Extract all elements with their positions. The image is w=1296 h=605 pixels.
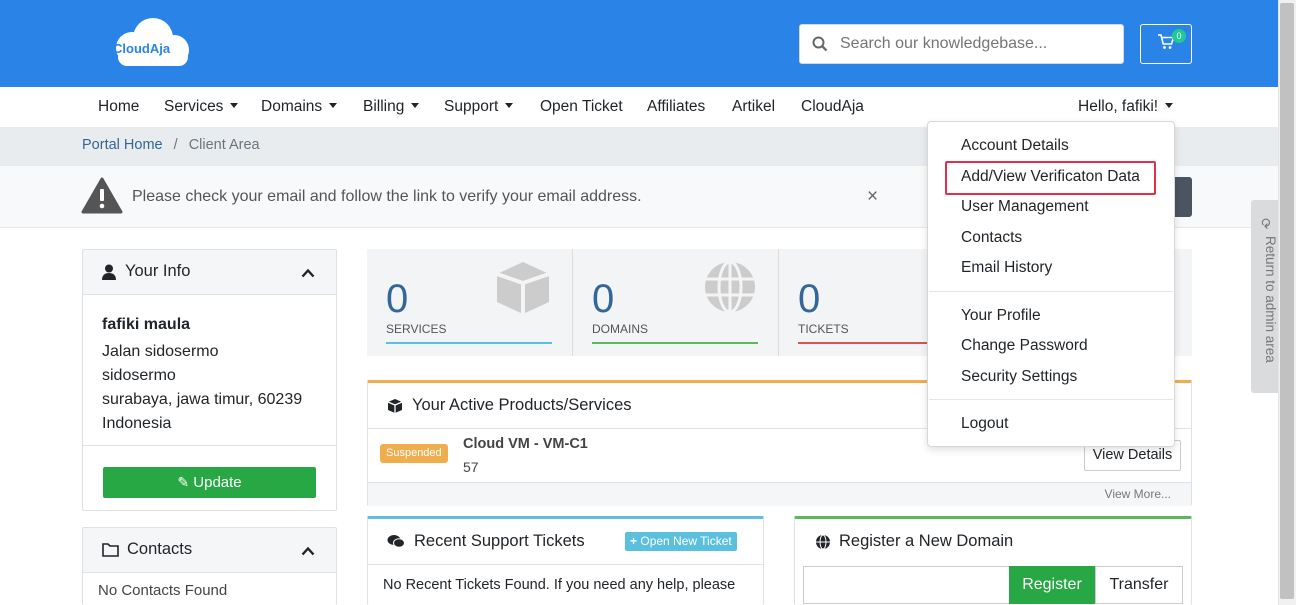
breadcrumb-current: Client Area	[188, 137, 260, 153]
nav-domains[interactable]: Domains	[261, 87, 338, 127]
chevron-down-icon	[505, 103, 514, 109]
cart-count-badge: 0	[1172, 29, 1186, 43]
status-badge: Suspended	[380, 444, 448, 463]
domain-input[interactable]	[803, 566, 1009, 604]
globe-icon	[815, 534, 831, 554]
search-box[interactable]	[799, 24, 1124, 64]
panel-title: Register a New Domain	[839, 532, 1014, 550]
folder-icon	[102, 542, 119, 561]
pencil-icon: ✎	[177, 474, 190, 490]
your-info-panel: Your Info fafiki maula Jalan sidosermo s…	[82, 249, 337, 511]
panel-title: Recent Support Tickets	[414, 532, 585, 550]
breadcrumb-separator: /	[173, 137, 178, 153]
menu-item-user-management[interactable]: User Management	[961, 198, 1089, 216]
breadcrumb-home-link[interactable]: Portal Home	[82, 137, 163, 153]
tile-domains[interactable]: 0 DOMAINS	[573, 249, 779, 356]
menu-item-security-settings[interactable]: Security Settings	[961, 368, 1077, 386]
open-new-ticket-button[interactable]: + Open New Ticket	[625, 532, 737, 551]
logo-text: CloudAja	[113, 41, 171, 56]
globe-icon	[702, 259, 758, 319]
comments-icon	[387, 534, 405, 553]
register-domain-panel: Register a New Domain Register Transfer	[794, 516, 1192, 605]
domain-header: Register a New Domain	[795, 519, 1191, 565]
cube-icon	[387, 398, 403, 418]
tile-services[interactable]: 0 SERVICES	[367, 249, 573, 356]
breadcrumb: Portal Home / Client Area	[82, 137, 260, 153]
chevron-down-icon	[411, 103, 420, 109]
your-info-header[interactable]: Your Info	[83, 250, 336, 295]
menu-divider	[929, 291, 1173, 292]
menu-item-account-details[interactable]: Account Details	[961, 137, 1069, 155]
search-input[interactable]	[840, 35, 1110, 53]
cart-button[interactable]: 0	[1140, 24, 1192, 64]
menu-item-contacts[interactable]: Contacts	[961, 229, 1022, 247]
nav-open-ticket[interactable]: Open Ticket	[540, 87, 623, 127]
menu-item-change-password[interactable]: Change Password	[961, 337, 1088, 355]
contacts-header[interactable]: Contacts	[83, 528, 336, 573]
chevron-down-icon	[329, 103, 338, 109]
admin-tab-label: ⟳ Return to admin area	[1258, 218, 1278, 363]
highlight-box	[945, 161, 1156, 195]
panel-title: Your Active Products/Services	[412, 396, 632, 414]
menu-item-email-history[interactable]: Email History	[961, 259, 1052, 277]
recent-tickets-panel: Recent Support Tickets + Open New Ticket…	[367, 516, 764, 605]
tickets-header: Recent Support Tickets + Open New Ticket	[368, 519, 763, 565]
chevron-up-icon[interactable]	[301, 265, 315, 282]
product-name[interactable]: Cloud VM - VM-C1	[463, 436, 588, 452]
update-button[interactable]: ✎ Update	[103, 467, 316, 498]
warning-icon	[81, 177, 123, 215]
contacts-panel: Contacts No Contacts Found	[82, 527, 337, 605]
nav-services[interactable]: Services	[164, 87, 239, 127]
return-to-admin-tab[interactable]: ⟳ Return to admin area	[1251, 200, 1278, 393]
search-icon	[800, 36, 840, 52]
chevron-up-icon[interactable]	[301, 543, 315, 560]
view-more-link[interactable]: View More...	[1105, 487, 1171, 501]
nav-cloudaja[interactable]: CloudAja	[801, 87, 864, 127]
panel-title: Your Info	[125, 262, 191, 280]
register-button[interactable]: Register	[1009, 566, 1095, 604]
menu-item-logout[interactable]: Logout	[961, 415, 1008, 433]
plus-icon: +	[630, 534, 638, 548]
product-id: 57	[463, 459, 479, 475]
scrollbar-thumb[interactable]	[1280, 3, 1294, 599]
menu-divider	[929, 399, 1173, 400]
no-contacts-text: No Contacts Found	[98, 582, 228, 599]
client-name: fafiki maula	[102, 316, 191, 333]
close-icon[interactable]: ×	[867, 186, 878, 208]
alert-message: Please check your email and follow the l…	[132, 188, 642, 205]
nav-support[interactable]: Support	[444, 87, 514, 127]
nav-billing[interactable]: Billing	[363, 87, 420, 127]
client-address: Jalan sidosermo sidosermo surabaya, jawa…	[102, 343, 303, 432]
nav-home[interactable]: Home	[98, 87, 139, 127]
panel-title: Contacts	[127, 540, 193, 558]
nav-affiliates[interactable]: Affiliates	[647, 87, 705, 127]
transfer-button[interactable]: Transfer	[1095, 566, 1183, 604]
brand-logo[interactable]: CloudAja	[108, 16, 194, 70]
tickets-empty-text: No Recent Tickets Found. If you need any…	[383, 577, 736, 593]
cube-icon	[494, 259, 552, 321]
chevron-down-icon	[1165, 103, 1174, 109]
products-footer: View More...	[368, 482, 1191, 506]
nav-artikel[interactable]: Artikel	[732, 87, 775, 127]
chevron-down-icon	[230, 103, 239, 109]
user-icon	[102, 264, 116, 284]
menu-item-your-profile[interactable]: Your Profile	[961, 307, 1041, 325]
